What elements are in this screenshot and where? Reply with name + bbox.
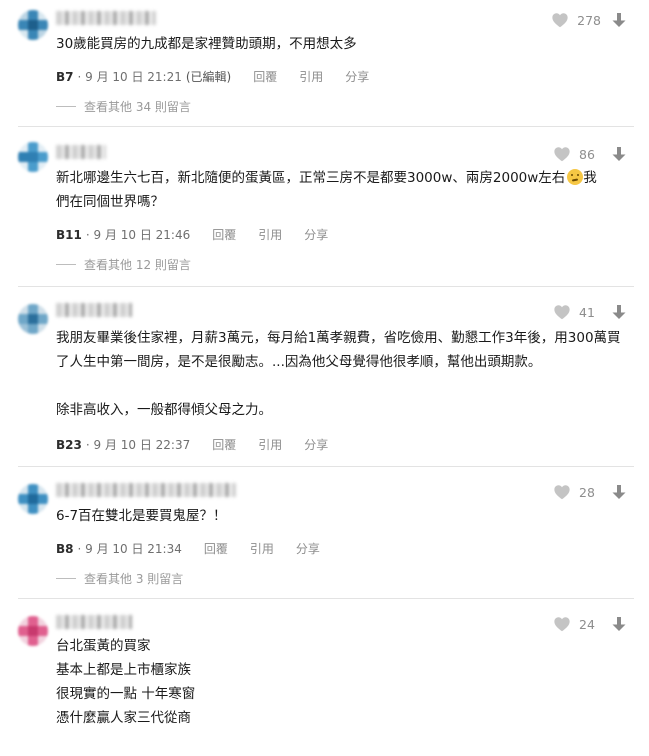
arrow-down-icon[interactable] [611, 12, 627, 28]
share-button[interactable]: 分享 [304, 436, 328, 453]
reaction-bar: 86 [553, 146, 627, 162]
author-name-blurred [56, 303, 132, 317]
floor-label: B7 [56, 69, 74, 84]
quote-button[interactable]: 引用 [258, 226, 282, 243]
view-more-replies[interactable]: 查看其他 3 則留言 [56, 570, 183, 587]
author-name-blurred [56, 145, 106, 159]
divider [18, 598, 634, 599]
divider [18, 126, 634, 127]
divider-dash [56, 106, 76, 107]
reply-button[interactable]: 回覆 [253, 68, 277, 85]
avatar[interactable] [18, 304, 48, 334]
like-count: 278 [577, 12, 601, 28]
comment-text: 新北哪邊生六七百，新北隨便的蛋黃區，正常三房不是都要3000w、兩房2000w左… [56, 166, 623, 214]
reaction-bar: 24 [553, 616, 627, 632]
reaction-bar: 278 [551, 12, 627, 28]
view-more-label[interactable]: 查看其他 3 則留言 [84, 570, 183, 587]
heart-icon[interactable] [553, 146, 571, 162]
reply-button[interactable]: 回覆 [212, 436, 236, 453]
view-more-label[interactable]: 查看其他 12 則留言 [84, 256, 191, 273]
comment-text-part: 新北哪邊生六七百，新北隨便的蛋黃區，正常三房不是都要3000w、兩房2000w左… [56, 170, 566, 186]
like-count: 28 [579, 484, 595, 500]
reply-button[interactable]: 回覆 [204, 540, 228, 557]
comment-text-part: 們在同個世界嗎？ [56, 194, 164, 210]
like-count: 41 [579, 304, 595, 320]
thinking-emoji-icon [567, 169, 584, 185]
author-name-blurred [56, 483, 236, 497]
arrow-down-icon[interactable] [611, 616, 627, 632]
comment-text-part: 我 [583, 170, 597, 186]
divider-dash [56, 264, 76, 265]
timestamp: · 9 月 10 日 21:21 [77, 70, 182, 84]
timestamp: · 9 月 10 日 21:34 [77, 542, 182, 556]
heart-icon[interactable] [553, 616, 571, 632]
quote-button[interactable]: 引用 [299, 68, 323, 85]
comment-text: 6-7百在雙北是要買鬼屋？！ [56, 508, 227, 524]
arrow-down-icon[interactable] [611, 484, 627, 500]
heart-icon[interactable] [553, 304, 571, 320]
quote-button[interactable]: 引用 [250, 540, 274, 557]
share-button[interactable]: 分享 [345, 68, 369, 85]
edited-label: (已編輯) [185, 70, 232, 84]
timestamp: · 9 月 10 日 21:46 [85, 228, 191, 242]
comment-meta: B8 · 9 月 10 日 21:34 回覆 引用 分享 [56, 540, 320, 557]
reaction-bar: 28 [553, 484, 627, 500]
divider-dash [56, 578, 76, 579]
avatar[interactable] [18, 142, 48, 172]
avatar[interactable] [18, 10, 48, 40]
comment-text: 30歲能買房的九成都是家裡贊助頭期，不用想太多 [56, 36, 357, 52]
view-more-replies[interactable]: 查看其他 34 則留言 [56, 98, 191, 115]
comment-meta: B11 · 9 月 10 日 21:46 回覆 引用 分享 [56, 226, 328, 243]
like-count: 86 [579, 146, 595, 162]
comment-meta: B23 · 9 月 10 日 22:37 回覆 引用 分享 [56, 436, 328, 453]
author-name-blurred [56, 11, 156, 25]
comment-text: 我朋友畢業後住家裡，月薪3萬元，每月給1萬孝親費，省吃儉用、勤懇工作3年後，用3… [56, 330, 621, 418]
floor-label: B23 [56, 437, 82, 452]
divider [18, 466, 634, 467]
reply-button[interactable]: 回覆 [212, 226, 236, 243]
reaction-bar: 41 [553, 304, 627, 320]
comment-text: 台北蛋黃的買家 基本上都是上市櫃家族 很現實的一點 十年寒窗 憑什麼贏人家三代從… [56, 638, 196, 726]
heart-icon[interactable] [551, 12, 569, 28]
view-more-replies[interactable]: 查看其他 12 則留言 [56, 256, 191, 273]
floor-label: B11 [56, 227, 82, 242]
heart-icon[interactable] [553, 484, 571, 500]
avatar[interactable] [18, 484, 48, 514]
share-button[interactable]: 分享 [296, 540, 320, 557]
share-button[interactable]: 分享 [304, 226, 328, 243]
quote-button[interactable]: 引用 [258, 436, 282, 453]
timestamp: · 9 月 10 日 22:37 [85, 438, 191, 452]
floor-label: B8 [56, 541, 74, 556]
author-name-blurred [56, 615, 132, 629]
avatar[interactable] [18, 616, 48, 646]
divider [18, 286, 634, 287]
like-count: 24 [579, 616, 595, 632]
arrow-down-icon[interactable] [611, 146, 627, 162]
arrow-down-icon[interactable] [611, 304, 627, 320]
comment-meta: B7 · 9 月 10 日 21:21 (已編輯) 回覆 引用 分享 [56, 68, 369, 85]
view-more-label[interactable]: 查看其他 34 則留言 [84, 98, 191, 115]
